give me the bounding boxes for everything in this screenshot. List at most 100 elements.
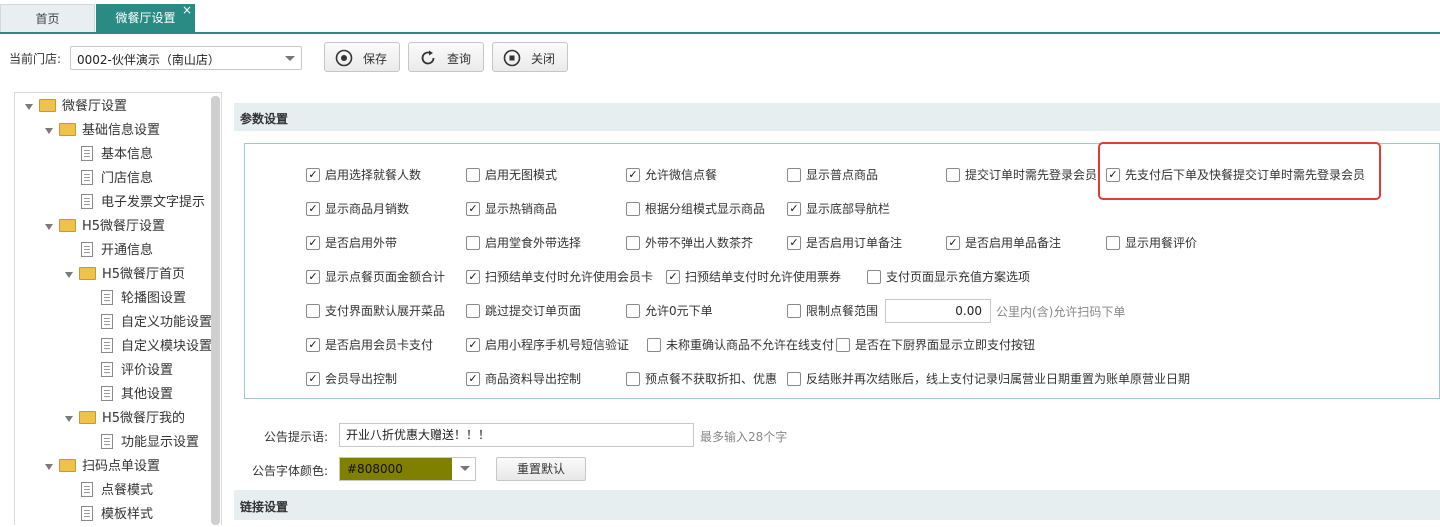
option-checkbox[interactable]: 支付页面显示充值方案选项 — [867, 268, 1030, 286]
sidebar-scrollbar[interactable] — [211, 96, 220, 525]
checkbox-icon[interactable] — [626, 235, 640, 250]
option-checkbox[interactable]: 限制点餐范围 — [787, 302, 878, 320]
checkbox-icon[interactable]: ✓ — [466, 337, 480, 352]
tree-leaf-carousel-settings[interactable]: 轮播图设置 — [101, 287, 186, 311]
tree-leaf-template-style[interactable]: 模板样式 — [81, 503, 153, 527]
checkbox-icon[interactable]: ✓ — [466, 269, 480, 284]
checkbox-icon[interactable]: ✓ — [306, 235, 320, 250]
option-checkbox[interactable]: 支付界面默认展开菜品 — [306, 302, 445, 320]
tree-leaf-e-invoice-tip[interactable]: 电子发票文字提示 — [81, 191, 205, 215]
option-checkbox[interactable]: 显示用餐评价 — [1106, 234, 1197, 252]
option-checkbox[interactable]: 提交订单时需先登录会员 — [946, 166, 1097, 184]
expand-arrow-icon[interactable] — [25, 103, 33, 110]
store-select[interactable]: 0002-伙伴演示（南山店） — [70, 46, 302, 70]
option-checkbox[interactable]: 根据分组模式显示商品 — [626, 200, 765, 218]
option-checkbox[interactable]: ✓ 是否启用会员卡支付 — [306, 336, 433, 354]
tree-leaf-activation-info[interactable]: 开通信息 — [81, 239, 153, 263]
checkbox-icon[interactable]: ✓ — [306, 167, 320, 182]
tree-node-h5-mine[interactable]: H5微餐厅我的 — [65, 407, 185, 431]
option-checkbox[interactable]: ✓ 允许微信点餐 — [626, 166, 717, 184]
checkbox-icon[interactable]: ✓ — [787, 201, 801, 216]
expand-arrow-icon[interactable] — [65, 415, 73, 422]
tree-node-wechat-restaurant[interactable]: 微餐厅设置 — [25, 95, 127, 119]
option-checkbox[interactable]: ✓ 显示底部导航栏 — [787, 200, 890, 218]
option-checkbox[interactable]: 是否在下厨界面显示立即支付按钮 — [836, 336, 1035, 354]
tree-leaf-review-settings[interactable]: 评价设置 — [101, 359, 173, 383]
tab-wechat-restaurant-settings[interactable]: 微餐厅设置 — [96, 4, 195, 32]
tree-leaf-feature-display[interactable]: 功能显示设置 — [101, 431, 199, 455]
tree-leaf-other-settings[interactable]: 其他设置 — [101, 383, 173, 407]
query-button[interactable]: 查询 — [408, 42, 484, 72]
option-checkbox[interactable]: 反结账并再次结账后，线上支付记录归属营业日期重置为账单原营业日期 — [787, 370, 1190, 388]
checkbox-icon[interactable]: ✓ — [466, 201, 480, 216]
checkbox-icon[interactable]: ✓ — [306, 371, 320, 386]
expand-arrow-icon[interactable] — [45, 463, 53, 470]
checkbox-icon[interactable] — [647, 337, 661, 352]
option-checkbox[interactable]: ✓ 启用选择就餐人数 — [306, 166, 421, 184]
tab-home[interactable]: 首页 — [0, 4, 95, 32]
chevron-down-icon[interactable] — [460, 466, 470, 471]
option-checkbox[interactable]: ✓ 启用小程序手机号短信验证 — [466, 336, 629, 354]
expand-arrow-icon[interactable] — [45, 223, 53, 230]
checkbox-icon[interactable] — [946, 167, 960, 182]
checkbox-icon[interactable] — [1106, 235, 1120, 250]
checkbox-icon[interactable]: ✓ — [946, 235, 960, 250]
checkbox-icon[interactable]: ✓ — [306, 201, 320, 216]
option-checkbox[interactable]: 启用堂食外带选择 — [466, 234, 581, 252]
option-checkbox[interactable]: ✓ 是否启用订单备注 — [787, 234, 902, 252]
checkbox-icon[interactable] — [787, 167, 801, 182]
option-checkbox[interactable]: ✓ 是否启用单品备注 — [946, 234, 1061, 252]
tree-leaf-basic-info[interactable]: 基本信息 — [81, 143, 153, 167]
tree-node-basic-info-settings[interactable]: 基础信息设置 — [45, 119, 160, 143]
option-checkbox[interactable]: ✓ 会员导出控制 — [306, 370, 397, 388]
tree-node-h5-home[interactable]: H5微餐厅首页 — [65, 263, 185, 287]
checkbox-icon[interactable] — [626, 303, 640, 318]
option-checkbox[interactable]: 跳过提交订单页面 — [466, 302, 581, 320]
checkbox-icon[interactable]: ✓ — [466, 371, 480, 386]
close-button[interactable]: 关闭 — [492, 42, 568, 72]
checkbox-icon[interactable] — [787, 303, 801, 318]
option-checkbox[interactable]: 预点餐不获取折扣、优惠 — [626, 370, 777, 388]
checkbox-icon[interactable] — [867, 269, 881, 284]
option-checkbox[interactable]: ✓ 是否启用外带 — [306, 234, 397, 252]
tree-node-h5-settings[interactable]: H5微餐厅设置 — [45, 215, 165, 239]
checkbox-icon[interactable] — [626, 371, 640, 386]
option-checkbox[interactable]: 允许0元下单 — [626, 302, 713, 320]
save-button[interactable]: 保存 — [324, 42, 400, 72]
checkbox-icon[interactable] — [466, 235, 480, 250]
option-checkbox[interactable]: ✓ 显示商品月销数 — [306, 200, 409, 218]
checkbox-icon[interactable] — [466, 303, 480, 318]
option-checkbox[interactable]: 未称重确认商品不允许在线支付 — [647, 336, 834, 354]
checkbox-icon[interactable]: ✓ — [306, 269, 320, 284]
option-checkbox[interactable]: ✓ 扫预结单支付时允许使用会员卡 — [466, 268, 653, 286]
checkbox-icon[interactable] — [787, 371, 801, 386]
tab-close-icon[interactable]: × — [182, 3, 192, 17]
checkbox-icon[interactable]: ✓ — [306, 337, 320, 352]
option-checkbox[interactable]: ✓ 显示热销商品 — [466, 200, 557, 218]
option-checkbox[interactable]: ✓ 扫预结单支付时允许使用票券 — [666, 268, 841, 286]
expand-arrow-icon[interactable] — [65, 271, 73, 278]
option-checkbox[interactable]: ✓ 商品资料导出控制 — [466, 370, 581, 388]
reset-default-button[interactable]: 重置默认 — [496, 457, 586, 481]
tree-node-scan-order-settings[interactable]: 扫码点单设置 — [45, 455, 160, 479]
order-range-input[interactable]: 0.00 — [885, 299, 991, 323]
tree-leaf-custom-function[interactable]: 自定义功能设置 — [101, 311, 212, 335]
checkbox-icon[interactable]: ✓ — [666, 269, 680, 284]
checkbox-icon[interactable] — [626, 201, 640, 216]
checkbox-icon[interactable] — [306, 303, 320, 318]
checkbox-icon[interactable]: ✓ — [626, 167, 640, 182]
checkbox-icon[interactable] — [836, 337, 850, 352]
option-checkbox[interactable]: 显示普点商品 — [787, 166, 878, 184]
option-checkbox[interactable]: ✓ 显示点餐页面金额合计 — [306, 268, 445, 286]
notice-input[interactable]: 开业八折优惠大赠送！！！ — [339, 423, 694, 447]
expand-arrow-icon[interactable] — [45, 127, 53, 134]
document-icon — [101, 434, 113, 449]
notice-color-picker[interactable]: #808000 — [339, 457, 476, 481]
checkbox-icon[interactable] — [466, 167, 480, 182]
tree-leaf-custom-module[interactable]: 自定义模块设置 — [101, 335, 212, 359]
tree-leaf-ordering-mode[interactable]: 点餐模式 — [81, 479, 153, 503]
checkbox-icon[interactable]: ✓ — [787, 235, 801, 250]
option-checkbox[interactable]: 启用无图模式 — [466, 166, 557, 184]
option-checkbox[interactable]: 外带不弹出人数茶芥 — [626, 234, 753, 252]
tree-leaf-store-info[interactable]: 门店信息 — [81, 167, 153, 191]
